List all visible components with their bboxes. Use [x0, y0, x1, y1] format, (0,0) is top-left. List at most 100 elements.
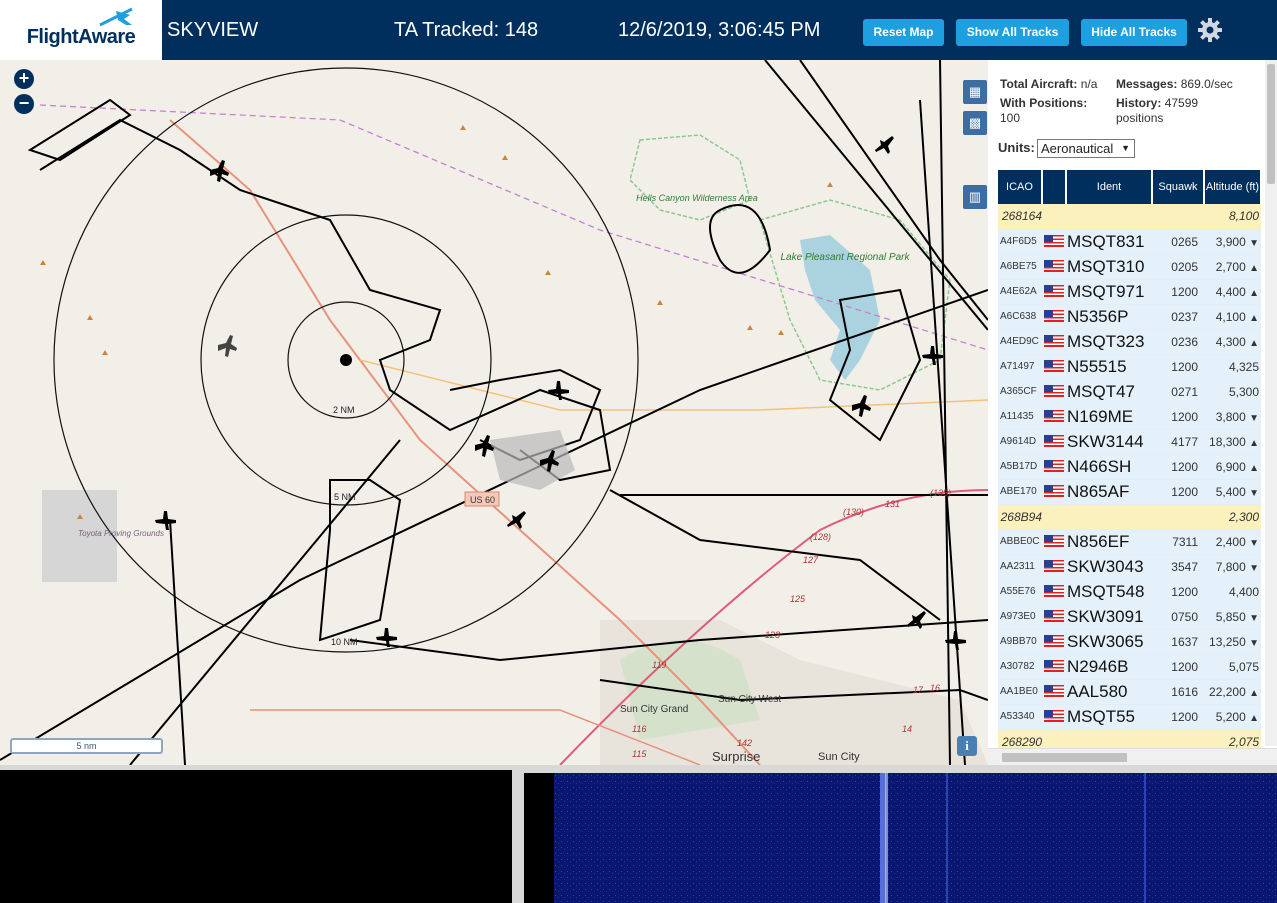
- squawk-cell: 0750: [1152, 604, 1204, 630]
- zoom-in-button[interactable]: +: [14, 69, 34, 89]
- col-header-ident[interactable]: Ident: [1066, 170, 1153, 204]
- altitude-cell: 4,325: [1204, 354, 1261, 380]
- reset-map-button[interactable]: Reset Map: [863, 19, 944, 46]
- us-flag-icon: [1044, 285, 1064, 298]
- col-header-flag[interactable]: [1042, 170, 1067, 204]
- table-row[interactable]: A11435 N169ME 1200 3,800 ▼: [998, 404, 1261, 430]
- icao-cell: AA2311: [998, 554, 1042, 580]
- map-view[interactable]: 2 NM 5 NM 10 NM Hells Canyon Wilderness …: [0, 60, 988, 765]
- col-header-icao[interactable]: ICAO: [998, 170, 1043, 204]
- gear-icon[interactable]: [1197, 17, 1223, 43]
- columns-icon[interactable]: ▥: [963, 185, 987, 209]
- ident-cell: SKW3091: [1066, 604, 1152, 630]
- ident-cell: N2946B: [1066, 654, 1152, 680]
- map-layers-icon[interactable]: ▦: [963, 80, 987, 104]
- icao-cell: A973E0: [998, 604, 1042, 630]
- road-label-16: 16: [930, 683, 940, 693]
- table-row[interactable]: A53340 MSQT55 1200 5,200 ▲: [998, 704, 1261, 730]
- col-header-altitude[interactable]: Altitude (ft): [1204, 170, 1262, 204]
- road-label-130: (130): [843, 507, 864, 517]
- panel-horizontal-scrollbar[interactable]: [988, 748, 1277, 765]
- table-row[interactable]: 268164 8,100: [998, 204, 1261, 230]
- table-row[interactable]: A4ED9C MSQT323 0236 4,300 ▲: [998, 329, 1261, 355]
- scroll-thumb[interactable]: [1002, 753, 1127, 762]
- us-flag-icon: [1044, 360, 1064, 373]
- us-flag-icon: [1044, 660, 1064, 673]
- road-label-17: 17: [913, 685, 924, 695]
- place-sun-city-west: Sun City West: [718, 694, 781, 705]
- aircraft-tracks: [0, 60, 988, 765]
- altitude-value: 3,900: [1215, 234, 1246, 249]
- ident-cell: SKW3065: [1066, 629, 1152, 655]
- aircraft-markers[interactable]: [155, 136, 966, 650]
- road-label-115: 115: [632, 749, 647, 759]
- messages-value: 869.0/sec: [1180, 77, 1233, 91]
- us-flag-icon: [1044, 485, 1064, 498]
- altitude-trend-icon: ▲: [1249, 687, 1259, 699]
- table-row[interactable]: A5B17D N466SH 1200 6,900 ▲: [998, 454, 1261, 480]
- flag-cell: [1042, 479, 1066, 505]
- altitude-value: 2,300: [1228, 509, 1259, 524]
- squawk-cell: 1200: [1152, 704, 1204, 730]
- ident-cell: N5356P: [1066, 304, 1152, 330]
- altitude-cell: 4,300 ▲: [1204, 329, 1261, 355]
- hide-all-tracks-button[interactable]: Hide All Tracks: [1081, 19, 1187, 46]
- road-label-123: 123: [765, 630, 780, 640]
- info-icon[interactable]: i: [957, 736, 977, 756]
- ident-cell: N169ME: [1066, 404, 1152, 430]
- map-canvas[interactable]: 2 NM 5 NM 10 NM Hells Canyon Wilderness …: [0, 60, 988, 765]
- altitude-value: 4,400: [1228, 584, 1259, 599]
- flightaware-logo[interactable]: FlightAware: [0, 0, 162, 60]
- us-flag-icon: [1044, 435, 1064, 448]
- flag-cell: [1042, 279, 1066, 305]
- icao-cell: A4ED9C: [998, 329, 1042, 355]
- ident-cell: [1066, 504, 1152, 530]
- road-label-142: 142: [737, 738, 752, 748]
- flag-cell: [1042, 379, 1066, 405]
- altitude-trend-icon: ▲: [1249, 312, 1259, 324]
- table-row[interactable]: ABBE0C N856EF 7311 2,400 ▼: [998, 529, 1261, 555]
- panel-vertical-scrollbar[interactable]: [1265, 60, 1277, 746]
- table-row[interactable]: A9BB70 SKW3065 1637 13,250 ▼: [998, 629, 1261, 655]
- table-row[interactable]: A30782 N2946B 1200 5,075: [998, 654, 1261, 680]
- road-label-125: 125: [790, 594, 806, 604]
- col-header-squawk[interactable]: Squawk: [1152, 170, 1205, 204]
- ident-cell: [1066, 204, 1152, 230]
- table-row[interactable]: A71497 N55515 1200 4,325: [998, 354, 1261, 380]
- table-row[interactable]: A365CF MSQT47 0271 5,300: [998, 379, 1261, 405]
- altitude-cell: 13,250 ▼: [1204, 629, 1261, 655]
- table-row[interactable]: 268B94 2,300: [998, 504, 1261, 530]
- units-select[interactable]: Aeronautical ▼: [1037, 139, 1135, 158]
- selected-track-area: [490, 430, 575, 490]
- video-panel: [0, 770, 512, 903]
- altitude-value: 22,200: [1209, 684, 1246, 699]
- table-row[interactable]: A4E62A MSQT971 1200 4,400 ▲: [998, 279, 1261, 305]
- with-positions-label: With Positions:: [1000, 96, 1088, 110]
- zoom-out-button[interactable]: −: [14, 94, 34, 114]
- altitude-cell: 22,200 ▲: [1204, 679, 1261, 705]
- table-row[interactable]: A6C638 N5356P 0237 4,100 ▲: [998, 304, 1261, 330]
- ident-cell: AAL580: [1066, 679, 1152, 705]
- altitude-value: 2,700: [1215, 259, 1246, 274]
- table-row[interactable]: A973E0 SKW3091 0750 5,850 ▼: [998, 604, 1261, 630]
- grid-icon[interactable]: ▩: [963, 111, 987, 135]
- table-row[interactable]: AA2311 SKW3043 3547 7,800 ▼: [998, 554, 1261, 580]
- squawk-cell: 0265: [1152, 229, 1204, 255]
- icao-cell: A4F6D5: [998, 229, 1042, 255]
- current-datetime: 12/6/2019, 3:06:45 PM: [618, 19, 821, 41]
- table-row[interactable]: ABE170 N865AF 1200 5,400 ▼: [998, 479, 1261, 505]
- altitude-cell: 6,900 ▲: [1204, 454, 1261, 480]
- table-row[interactable]: A6BE75 MSQT310 0205 2,700 ▲: [998, 254, 1261, 280]
- receiver-site-marker[interactable]: [340, 354, 352, 366]
- road-label-127: 127: [803, 555, 819, 565]
- table-row[interactable]: A55E76 MSQT548 1200 4,400: [998, 579, 1261, 605]
- table-row[interactable]: A9614D SKW3144 4177 18,300 ▲: [998, 429, 1261, 455]
- show-all-tracks-button[interactable]: Show All Tracks: [956, 19, 1069, 46]
- table-row[interactable]: AA1BE0 AAL580 1616 22,200 ▲: [998, 679, 1261, 705]
- altitude-cell: 2,400 ▼: [1204, 529, 1261, 555]
- scroll-thumb[interactable]: [1267, 64, 1275, 184]
- ident-cell: MSQT323: [1066, 329, 1152, 355]
- messages-label: Messages:: [1116, 77, 1178, 91]
- altitude-cell: 8,100: [1204, 204, 1261, 230]
- table-row[interactable]: A4F6D5 MSQT831 0265 3,900 ▼: [998, 229, 1261, 255]
